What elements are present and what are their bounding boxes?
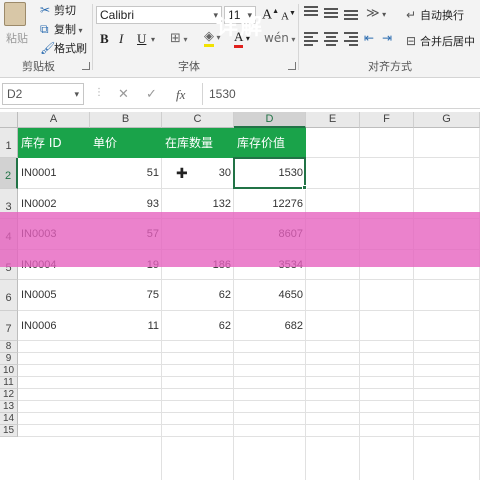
header-cell[interactable]: 库存 ID	[18, 128, 90, 158]
spreadsheet-grid[interactable]: ABCDEFG 123456789101112131415 库存 ID单价在库数…	[0, 112, 480, 480]
table-cell[interactable]: 62	[162, 311, 234, 341]
table-cell[interactable]: 51	[90, 158, 162, 189]
fill-handle[interactable]	[302, 185, 307, 190]
header-cell[interactable]: 在库数量	[162, 128, 234, 158]
title-banner	[0, 212, 480, 267]
column-header-b[interactable]: B	[90, 112, 162, 128]
row-header-11[interactable]: 11	[0, 377, 18, 389]
clipboard-launcher-icon[interactable]	[82, 62, 90, 70]
name-box-value: D2	[7, 87, 23, 101]
column-header-g[interactable]: G	[414, 112, 480, 128]
banner-title: 详解	[215, 15, 264, 40]
table-cell[interactable]: IN0001	[18, 158, 90, 189]
row-gridline	[18, 388, 480, 389]
column-header-d[interactable]: D	[234, 112, 306, 128]
row-gridline	[18, 376, 480, 377]
row-header-9[interactable]: 9	[0, 353, 18, 365]
column-header-f[interactable]: F	[360, 112, 414, 128]
row-header-1[interactable]: 1	[0, 128, 18, 158]
row-header-8[interactable]: 8	[0, 341, 18, 353]
formula-input[interactable]: 1530	[202, 83, 478, 105]
column-gridline	[413, 128, 414, 480]
table-cell[interactable]: 30	[162, 158, 234, 189]
row-header-15[interactable]: 15	[0, 425, 18, 437]
row-gridline	[18, 352, 480, 353]
insert-function-button[interactable]: fx	[176, 87, 185, 103]
cancel-icon[interactable]: ✕	[118, 87, 129, 102]
row-header-12[interactable]: 12	[0, 389, 18, 401]
clipboard-group-label: 剪贴板	[22, 60, 55, 73]
row-header-14[interactable]: 14	[0, 413, 18, 425]
row-gridline	[18, 424, 480, 425]
table-cell[interactable]: IN0005	[18, 280, 90, 311]
row-gridline	[18, 400, 480, 401]
table-cell[interactable]: 62	[162, 280, 234, 311]
row-header-6[interactable]: 6	[0, 280, 18, 311]
column-header-c[interactable]: C	[162, 112, 234, 128]
name-box[interactable]: D2 ▾	[2, 83, 84, 105]
column-gridline	[359, 128, 360, 480]
table-cell[interactable]: 4650	[234, 280, 306, 311]
more-icon: ⋮	[94, 87, 104, 98]
header-cell[interactable]: 单价	[90, 128, 162, 158]
row-header-13[interactable]: 13	[0, 401, 18, 413]
header-cell[interactable]: 库存价值	[234, 128, 306, 158]
column-header-a[interactable]: A	[18, 112, 90, 128]
cursor-icon: ✚	[176, 166, 188, 182]
font-launcher-icon[interactable]	[288, 62, 296, 70]
select-all-corner[interactable]	[0, 112, 18, 128]
table-cell[interactable]: 75	[90, 280, 162, 311]
active-cell-border[interactable]	[233, 157, 306, 189]
row-gridline	[18, 364, 480, 365]
row-gridline	[18, 412, 480, 413]
row-header-10[interactable]: 10	[0, 365, 18, 377]
alignment-group-label: 对齐方式	[368, 60, 412, 73]
enter-icon[interactable]: ✓	[146, 87, 157, 102]
row-header-2[interactable]: 2	[0, 158, 18, 189]
table-cell[interactable]: 11	[90, 311, 162, 341]
column-header-e[interactable]: E	[306, 112, 360, 128]
row-header-7[interactable]: 7	[0, 311, 18, 341]
row-gridline	[18, 436, 480, 437]
table-cell[interactable]: IN0006	[18, 311, 90, 341]
formula-bar: D2 ▾ ⋮ ✕ ✓ fx 1530	[0, 79, 480, 109]
chevron-down-icon: ▾	[74, 89, 79, 99]
table-cell[interactable]: 682	[234, 311, 306, 341]
font-group-label: 字体	[178, 60, 200, 73]
